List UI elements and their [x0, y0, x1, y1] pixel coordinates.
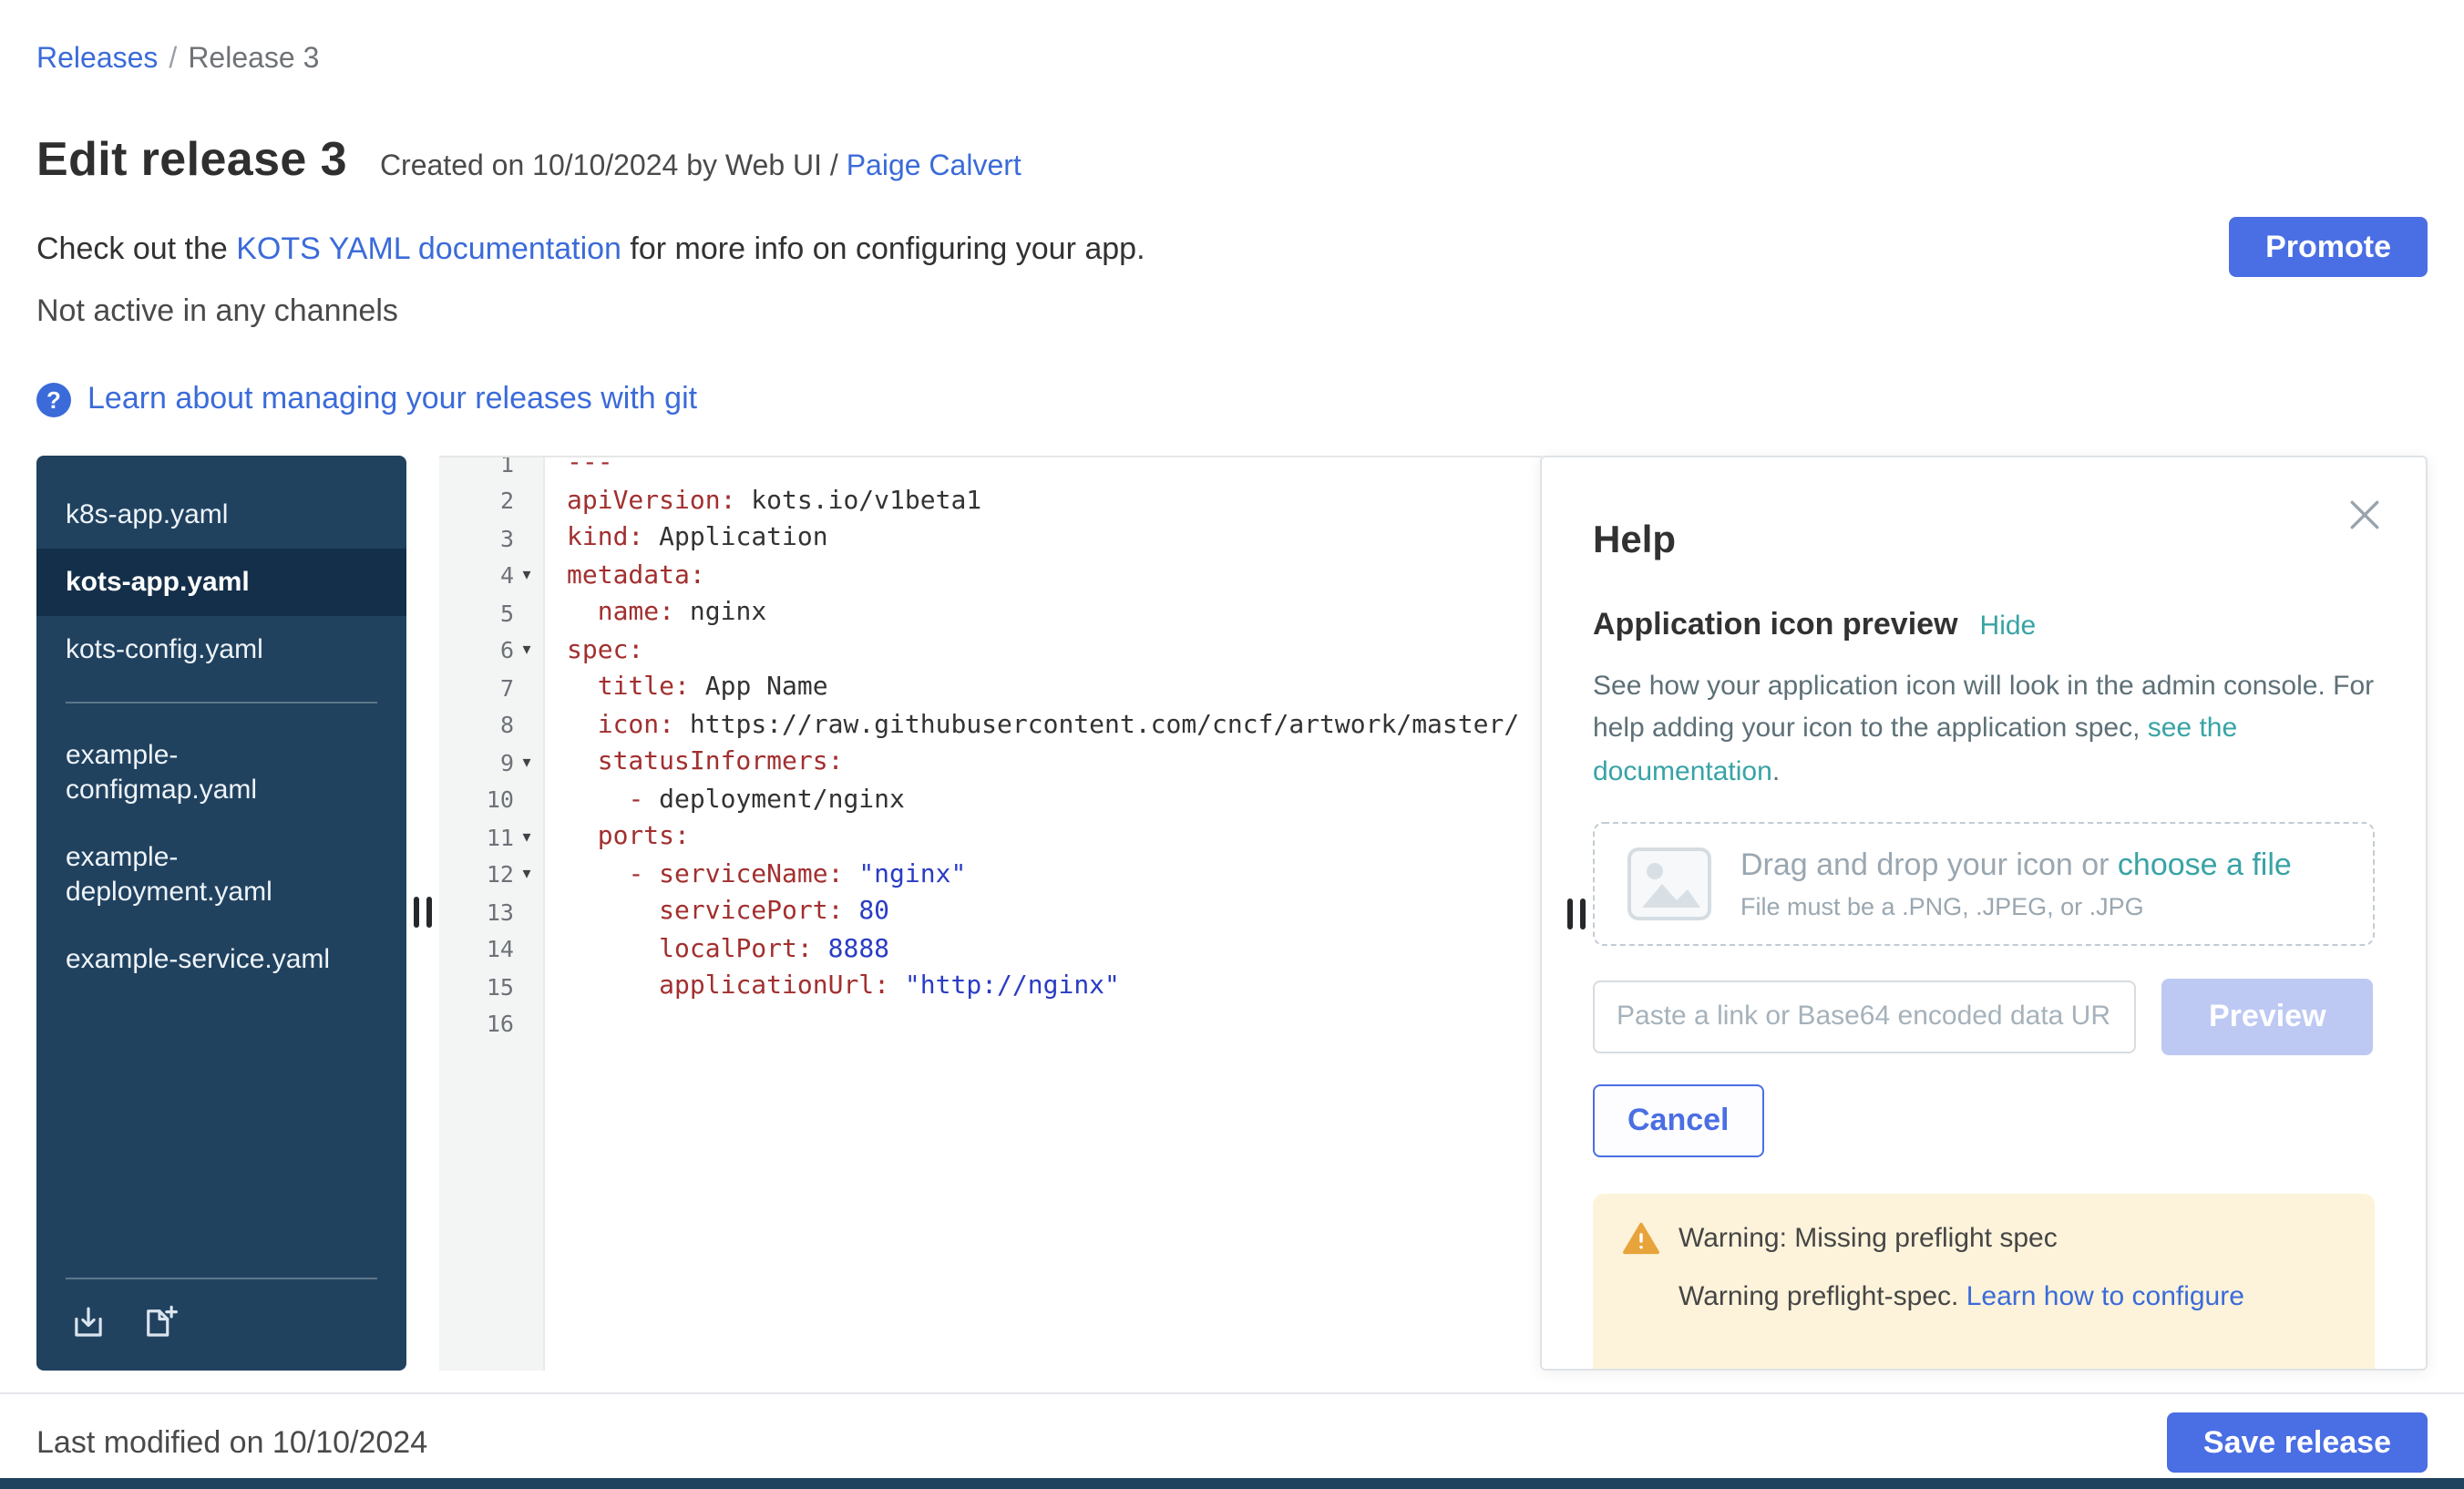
- page-title: Edit release 3: [36, 131, 347, 188]
- code-editor[interactable]: 1234▾56▾789▾1011▾12▾13141516 ---apiVersi…: [439, 456, 1542, 1371]
- icon-dropzone[interactable]: Drag and drop your icon or choose a file…: [1593, 822, 2375, 946]
- edit-release-page: Releases / Release 3 Edit release 3 Create…: [0, 0, 2464, 1489]
- promote-button[interactable]: Promote: [2229, 217, 2428, 277]
- help-panel: Help Application icon preview Hide See h…: [1540, 456, 2428, 1371]
- git-help-link[interactable]: Learn about managing your releases with …: [87, 381, 697, 417]
- choose-file-link[interactable]: choose a file: [2118, 847, 2292, 882]
- warning-title: Warning: Missing preflight spec: [1679, 1223, 2058, 1254]
- last-modified: Last modified on 10/10/2024: [36, 1424, 427, 1461]
- editor-gutter: 1234▾56▾789▾1011▾12▾13141516: [439, 457, 545, 1371]
- breadcrumb: Releases / Release 3: [36, 44, 2428, 77]
- icon-preview-desc-text: See how your application icon will look …: [1593, 671, 2374, 744]
- preflight-docs-link[interactable]: Learn how to configure: [1966, 1281, 2244, 1312]
- file-item-example-configmap[interactable]: example-configmap.yaml: [36, 722, 406, 824]
- git-help-row: ? Learn about managing your releases wit…: [36, 381, 2428, 417]
- breadcrumb-current: Release 3: [188, 44, 319, 75]
- file-tree-actions: [66, 1278, 377, 1371]
- title-row: Edit release 3 Created on 10/10/2024 by …: [36, 131, 2428, 188]
- page-footer: Last modified on 10/10/2024 Save release: [0, 1392, 2464, 1489]
- close-icon[interactable]: [2344, 494, 2386, 536]
- icon-url-row: Preview: [1593, 979, 2375, 1055]
- cancel-button[interactable]: Cancel: [1593, 1084, 1764, 1157]
- preflight-warning: Warning: Missing preflight spec Warning …: [1593, 1194, 2375, 1371]
- created-text: Created on 10/10/2024 by Web UI /: [380, 151, 847, 182]
- file-list: k8s-app.yaml kots-app.yaml kots-config.y…: [36, 456, 406, 1278]
- file-tree-divider: [66, 702, 377, 703]
- icon-url-input[interactable]: [1593, 981, 2136, 1053]
- preview-button[interactable]: Preview: [2161, 979, 2374, 1055]
- bottom-strip: [0, 1478, 2464, 1489]
- new-file-icon[interactable]: [140, 1303, 179, 1341]
- import-file-icon[interactable]: [69, 1303, 108, 1341]
- dropzone-text: Drag and drop your icon or choose a file…: [1740, 847, 2292, 920]
- page-header: Releases / Release 3 Edit release 3 Create…: [0, 0, 2464, 417]
- file-tree: k8s-app.yaml kots-app.yaml kots-config.y…: [36, 456, 406, 1371]
- file-item-kots-config[interactable]: kots-config.yaml: [36, 616, 406, 683]
- hide-link[interactable]: Hide: [1980, 611, 2037, 642]
- warning-detail-text: Warning preflight-spec.: [1679, 1281, 1966, 1312]
- breadcrumb-releases-link[interactable]: Releases: [36, 44, 158, 75]
- dropzone-label: Drag and drop your icon or: [1740, 847, 2118, 882]
- sidebar-resize-handle[interactable]: [414, 897, 432, 928]
- save-release-button[interactable]: Save release: [2167, 1412, 2428, 1473]
- kots-docs-link[interactable]: KOTS YAML documentation: [236, 231, 621, 266]
- help-resize-handle[interactable]: [1567, 899, 1586, 929]
- file-item-k8s-app[interactable]: k8s-app.yaml: [36, 481, 406, 549]
- dropzone-file-types: File must be a .PNG, .JPEG, or .JPG: [1740, 893, 2292, 920]
- app-window: Releases / Release 3 Edit release 3 Create…: [0, 0, 2464, 1489]
- doc-hint-prefix: Check out the: [36, 231, 236, 266]
- icon-preview-head: Application icon preview Hide: [1593, 607, 2375, 643]
- channel-status: Not active in any channels: [36, 293, 2428, 330]
- help-title: Help: [1593, 519, 2375, 563]
- warning-triangle-icon: [1622, 1221, 1660, 1256]
- image-placeholder-icon: [1627, 847, 1711, 920]
- created-info: Created on 10/10/2024 by Web UI / Paige …: [380, 151, 1022, 184]
- file-item-example-service[interactable]: example-service.yaml: [36, 926, 406, 993]
- breadcrumb-separator: /: [169, 44, 177, 75]
- doc-hint: Check out the KOTS YAML documentation fo…: [36, 231, 2428, 268]
- editor-code[interactable]: ---apiVersion: kots.io/v1beta1kind: Appl…: [545, 457, 1542, 1371]
- sidebar-editor-gap: [406, 456, 439, 1371]
- icon-preview-description: See how your application icon will look …: [1593, 665, 2375, 793]
- author-link[interactable]: Paige Calvert: [847, 151, 1022, 182]
- file-item-example-deployment[interactable]: example-deployment.yaml: [36, 824, 406, 926]
- warning-detail: Warning preflight-spec. Learn how to con…: [1679, 1281, 2346, 1312]
- release-editor: k8s-app.yaml kots-app.yaml kots-config.y…: [36, 456, 2428, 1371]
- doc-hint-suffix: for more info on configuring your app.: [621, 231, 1145, 266]
- file-item-kots-app[interactable]: kots-app.yaml: [36, 549, 406, 616]
- question-icon: ?: [36, 382, 71, 416]
- icon-preview-title: Application icon preview: [1593, 607, 1958, 643]
- icon-preview-desc-period: .: [1772, 755, 1780, 786]
